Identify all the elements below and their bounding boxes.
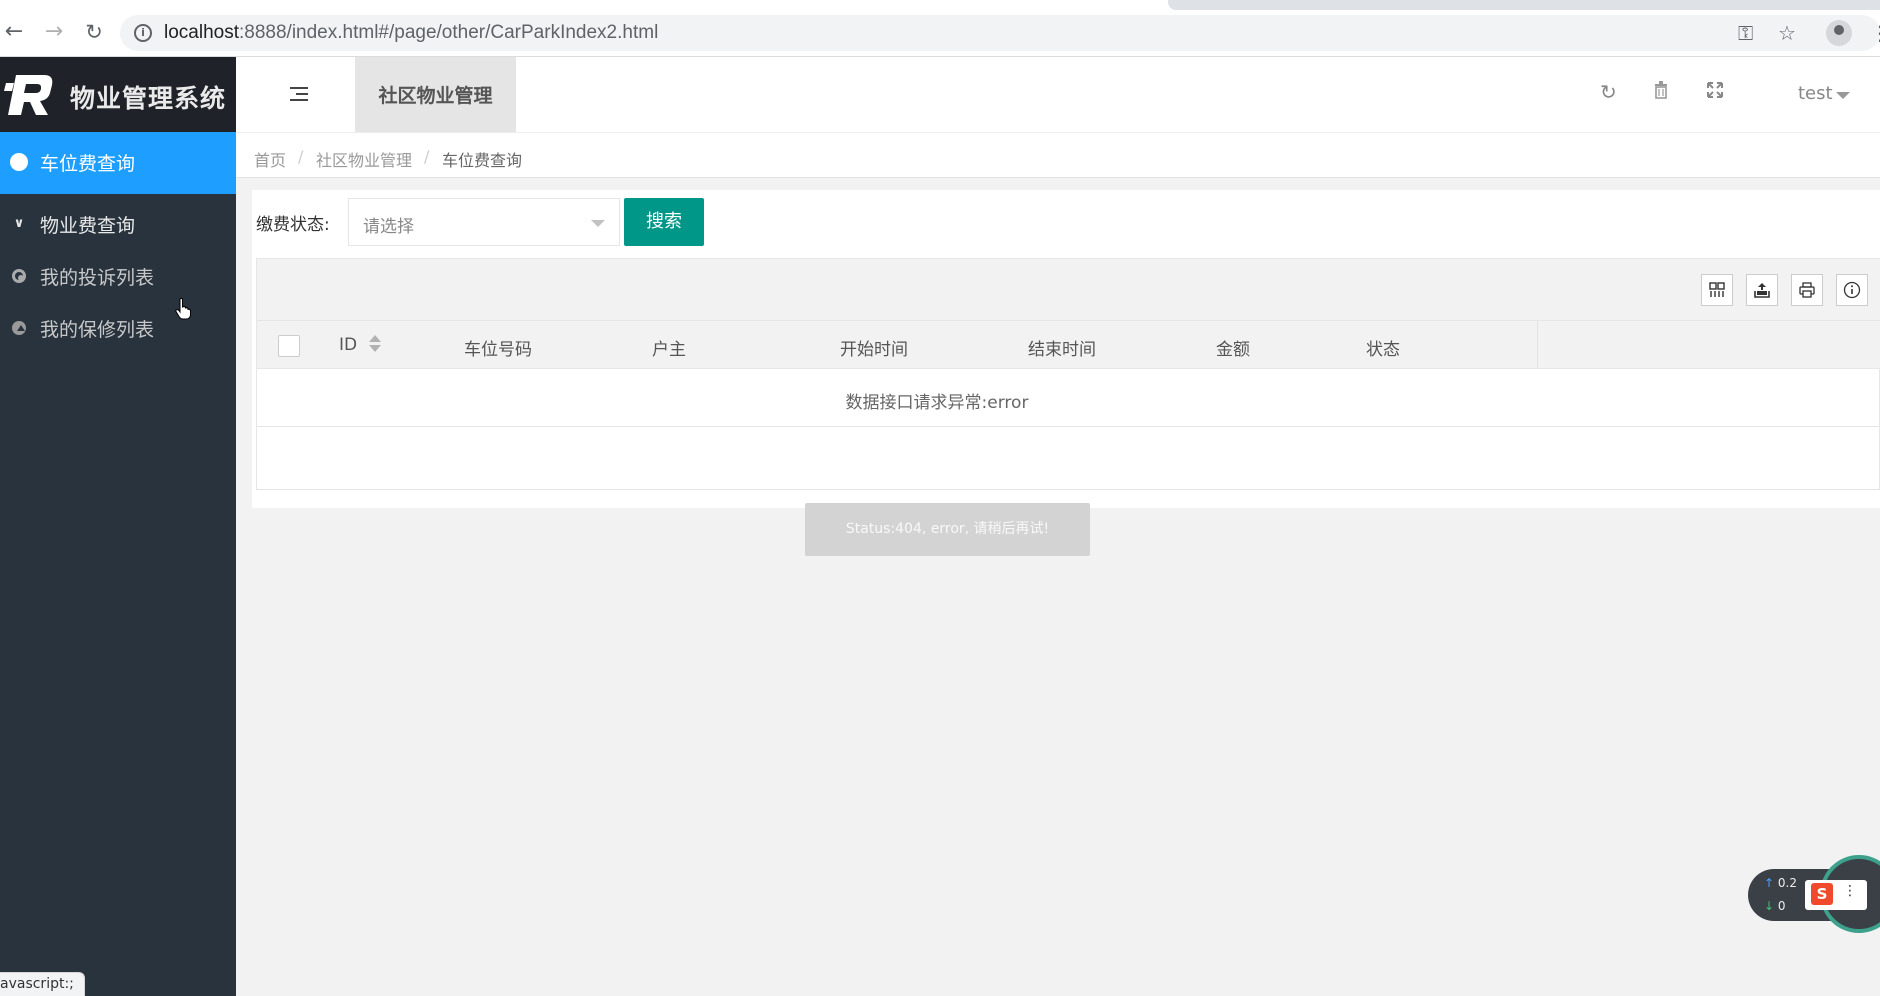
browser-status-bar: avascript:; [0,972,85,996]
column-header-status: 状态 [1366,340,1400,360]
ime-toolbar[interactable]: S ⋮ [1805,880,1867,910]
info-icon[interactable] [1836,274,1868,306]
column-header-space-number: 车位号码 [464,340,532,360]
sort-asc-icon[interactable] [369,335,381,342]
download-speed: ↓ 0 [1764,899,1786,913]
data-table: ID 车位号码 户主 开始时间 结束时间 金额 状态 数据接口请求异常:erro… [256,258,1880,490]
back-icon[interactable]: ← [2,20,26,44]
disc-icon [12,321,26,335]
table-empty-row: 数据接口请求异常:error [257,369,1880,427]
target-icon [12,269,26,283]
sidebar-item-label: 我的投诉列表 [40,267,155,289]
error-toast: Status:404, error, 请稍后再试! [805,503,1090,556]
sidebar: 物业管理系统 车位费查询 ∨ 物业费查询 我的投诉列表 我的保修列表 [0,57,236,996]
refresh-icon[interactable]: ↻ [1600,81,1617,103]
key-icon[interactable]: ⚿ [1738,22,1753,44]
column-header-start-time: 开始时间 [840,340,908,360]
table-toolbar [257,259,1880,321]
select-all-checkbox[interactable] [278,335,300,357]
payment-status-label: 缴费状态: [256,215,330,235]
chevron-down-icon [591,220,605,227]
browser-tab-strip [1168,0,1880,10]
breadcrumb-separator: / [424,147,430,166]
address-bar[interactable]: i localhost:8888/index.html#/page/other/… [120,15,1880,51]
fullscreen-icon[interactable] [1706,81,1724,103]
logo-icon [4,75,53,115]
export-icon[interactable] [1746,274,1778,306]
reload-icon[interactable]: ↻ [82,20,106,44]
sidebar-item-parking-fee[interactable]: 车位费查询 [0,132,236,194]
breadcrumb-separator: / [298,147,304,166]
print-icon[interactable] [1791,274,1823,306]
dashboard-icon [10,153,28,171]
tab-label: 社区物业管理 [378,85,493,107]
breadcrumb-current: 车位费查询 [442,151,523,170]
sogou-icon: S [1811,883,1833,905]
breadcrumb: 首页 / 社区物业管理 / 车位费查询 [236,132,1880,178]
table-header: ID 车位号码 户主 开始时间 结束时间 金额 状态 [257,321,1880,369]
user-menu[interactable]: test [1798,83,1833,104]
hand-cursor-icon [175,298,191,320]
search-button[interactable]: 搜索 [624,198,704,246]
chevron-double-down-icon: ∨ [13,216,25,231]
trash-icon[interactable] [1654,81,1668,103]
info-icon[interactable]: i [134,24,152,42]
menu-dots-icon[interactable]: ⋮ [1870,22,1880,44]
chevron-down-icon[interactable] [1836,92,1850,99]
browser-toolbar: ← → ↻ i localhost:8888/index.html#/page/… [0,0,1880,57]
column-header-id[interactable]: ID [339,335,357,355]
column-divider [1537,321,1538,369]
star-icon[interactable]: ☆ [1778,22,1796,44]
profile-icon[interactable] [1826,20,1852,46]
header: 社区物业管理 ↻ test [236,57,1880,132]
sidebar-item-label: 物业费查询 [40,215,136,237]
columns-icon[interactable] [1701,274,1733,306]
column-header-owner: 户主 [652,340,686,360]
more-icon[interactable]: ⋮ [1843,883,1857,899]
url-text: localhost:8888/index.html#/page/other/Ca… [164,22,659,43]
sort-desc-icon[interactable] [369,345,381,352]
sidebar-item-repairs[interactable]: 我的保修列表 [0,298,236,360]
select-placeholder: 请选择 [363,217,414,237]
forward-icon[interactable]: → [42,20,66,44]
breadcrumb-home[interactable]: 首页 [254,147,286,171]
content-card: 缴费状态: 请选择 搜索 ID 车位号码 户主 开始时间 结束时间 金额 状态 … [252,190,1880,508]
logo: 物业管理系统 [0,57,236,132]
tab-community-property[interactable]: 社区物业管理 [355,57,516,132]
table-error-message: 数据接口请求异常:error [845,393,1029,413]
sidebar-item-label: 车位费查询 [40,153,136,175]
upload-speed: ↑ 0.2 [1764,876,1797,890]
app-title: 物业管理系统 [70,84,227,113]
sidebar-item-label: 我的保修列表 [40,319,155,341]
column-header-amount: 金额 [1216,340,1250,360]
column-header-end-time: 结束时间 [1028,340,1096,360]
payment-status-select[interactable]: 请选择 [348,198,620,246]
menu-toggle-icon[interactable] [290,87,308,101]
breadcrumb-section[interactable]: 社区物业管理 [316,147,412,171]
